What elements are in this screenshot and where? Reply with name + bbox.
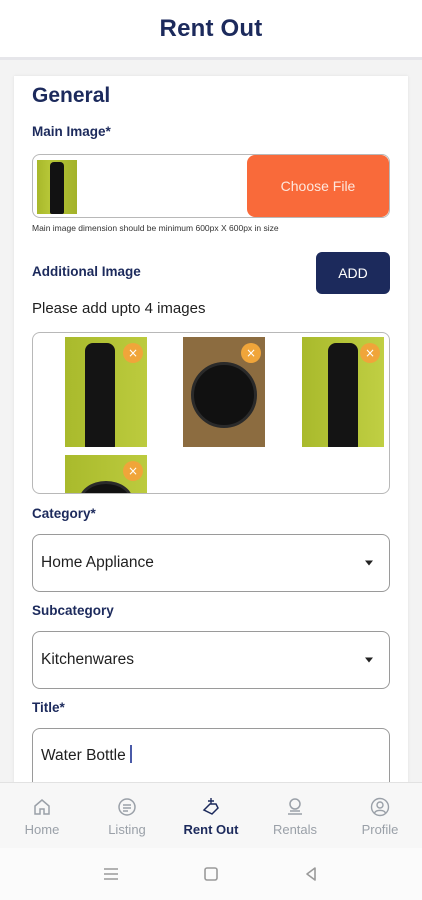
main-image-picker[interactable]: Choose File	[32, 154, 390, 218]
additional-image-label: Additional Image	[32, 264, 141, 279]
tab-label: Rent Out	[183, 821, 239, 837]
tab-label: Profile	[361, 821, 399, 837]
home-button-icon[interactable]	[199, 862, 223, 886]
main-image-thumbnail	[37, 160, 77, 214]
subcategory-select[interactable]: Kitchenwares	[32, 631, 390, 689]
top-header: Rent Out	[0, 0, 422, 60]
tab-rent-out[interactable]: Rent Out	[176, 783, 246, 849]
rentals-icon	[284, 796, 306, 818]
chevron-down-icon	[365, 560, 373, 566]
chevron-down-icon	[365, 657, 373, 663]
system-navigation-bar	[0, 848, 422, 900]
bottle-cap-image	[79, 481, 133, 493]
bottom-tab-bar: Home Listing Rent Out Rentals Profile	[0, 782, 422, 848]
subcategory-label: Subcategory	[32, 603, 114, 618]
additional-image-thumbnail: ×	[65, 455, 147, 493]
tab-label: Rentals	[272, 821, 318, 837]
page-title: Rent Out	[159, 14, 263, 42]
additional-image-thumbnail: ×	[183, 337, 265, 447]
listing-icon	[116, 796, 138, 818]
bottle-image	[328, 343, 358, 447]
tab-listing[interactable]: Listing	[96, 783, 158, 849]
title-label: Title*	[32, 700, 65, 715]
main-image-label: Main Image*	[32, 124, 111, 139]
category-label: Category*	[32, 506, 96, 521]
category-select[interactable]: Home Appliance	[32, 534, 390, 592]
remove-image-icon[interactable]: ×	[360, 343, 380, 363]
profile-icon	[369, 796, 391, 818]
section-title: General	[32, 84, 111, 107]
home-icon	[31, 796, 53, 818]
remove-image-icon[interactable]: ×	[123, 461, 143, 481]
add-image-button[interactable]: ADD	[316, 252, 390, 294]
app-screen: Rent Out General Main Image* Choose File…	[0, 0, 422, 900]
category-value: Home Appliance	[41, 554, 154, 571]
remove-image-icon[interactable]: ×	[241, 343, 261, 363]
title-value: Water Bottle	[41, 747, 126, 764]
recent-apps-icon[interactable]	[99, 862, 123, 886]
additional-image-thumbnail: ×	[65, 337, 147, 447]
additional-image-instruction: Please add upto 4 images	[32, 300, 206, 317]
choose-file-button[interactable]: Choose File	[247, 155, 389, 217]
additional-image-gallery: × × × ×	[32, 332, 390, 494]
text-cursor	[129, 745, 132, 763]
tab-home[interactable]: Home	[17, 783, 67, 849]
bottle-image	[50, 162, 64, 214]
bottle-cap-image	[191, 362, 257, 428]
main-image-hint: Main image dimension should be minimum 6…	[32, 223, 279, 233]
remove-image-icon[interactable]: ×	[123, 343, 143, 363]
bottle-image	[85, 343, 115, 447]
additional-image-thumbnail: ×	[302, 337, 384, 447]
back-icon[interactable]	[299, 862, 323, 886]
tab-label: Listing	[108, 821, 146, 837]
tab-rentals[interactable]: Rentals	[266, 783, 324, 849]
subcategory-value: Kitchenwares	[41, 651, 135, 668]
general-form-card: General Main Image* Choose File Main ima…	[14, 76, 408, 796]
tab-label: Home	[24, 821, 60, 837]
tab-profile[interactable]: Profile	[354, 783, 406, 849]
rent-out-icon	[200, 796, 222, 818]
